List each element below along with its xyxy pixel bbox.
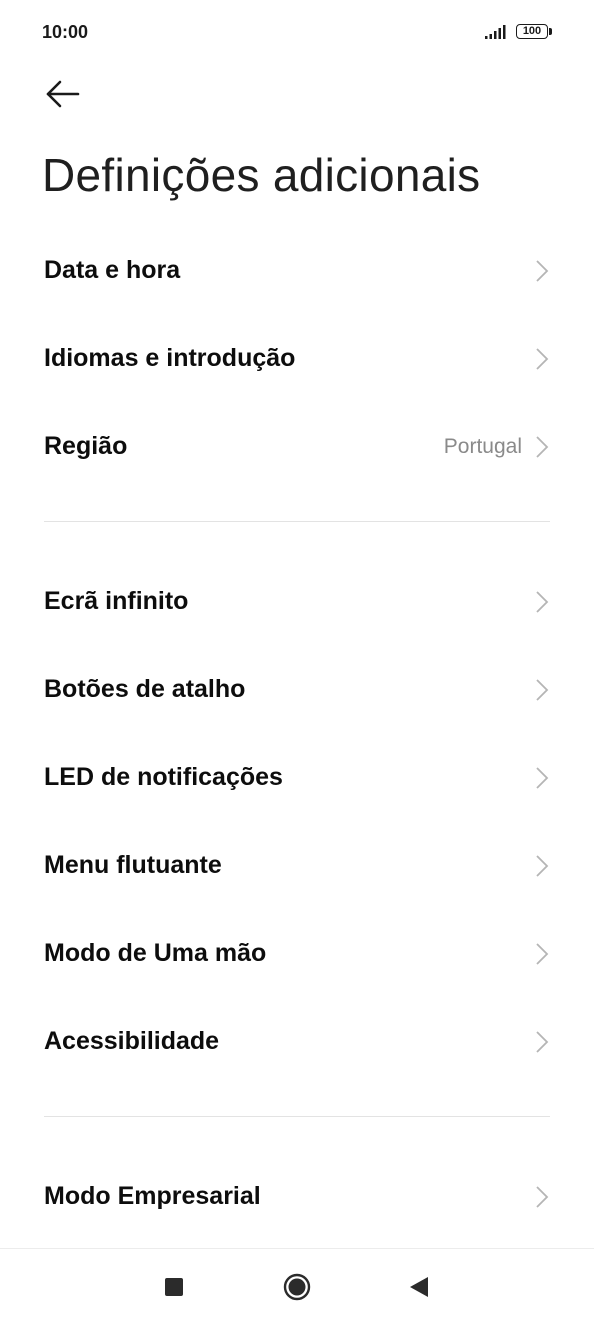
battery-icon: 100 xyxy=(516,24,554,41)
menu-item-modo-empresarial[interactable]: Modo Empresarial xyxy=(0,1152,594,1240)
chevron-right-icon xyxy=(536,679,549,701)
menu-item-label: Região xyxy=(44,432,128,460)
chevron-right-icon xyxy=(536,855,549,877)
status-time: 10:00 xyxy=(42,22,89,42)
menu-item-ecra-infinito[interactable]: Ecrã infinito xyxy=(0,557,594,645)
menu-item-data-e-hora[interactable]: Data e hora xyxy=(0,226,594,314)
menu-item-value: Portugal xyxy=(443,435,522,458)
menu-item-menu-flutuante[interactable]: Menu flutuante xyxy=(0,821,594,909)
nav-back-button[interactable] xyxy=(398,1267,438,1307)
menu-item-label: Modo Empresarial xyxy=(44,1182,261,1210)
menu-item-botoes-de-atalho[interactable]: Botões de atalho xyxy=(0,645,594,733)
menu-item-label: Modo de Uma mão xyxy=(44,939,267,967)
page-title: Definições adicionais xyxy=(42,149,481,201)
menu-item-label: Botões de atalho xyxy=(44,675,246,703)
menu-item-label: Menu flutuante xyxy=(44,851,222,879)
chevron-right-icon xyxy=(536,591,549,613)
battery-level: 100 xyxy=(516,24,548,39)
menu-item-led-de-notificacoes[interactable]: LED de notificações xyxy=(0,733,594,821)
menu-item-idiomas-e-introducao[interactable]: Idiomas e introdução xyxy=(0,314,594,402)
square-icon xyxy=(165,1278,183,1296)
menu-item-label: Idiomas e introdução xyxy=(44,344,296,372)
chevron-right-icon xyxy=(536,1186,549,1208)
back-button[interactable] xyxy=(40,74,86,114)
chevron-right-icon xyxy=(536,943,549,965)
triangle-back-icon xyxy=(410,1277,428,1297)
menu-item-regiao[interactable]: Região Portugal xyxy=(0,402,594,490)
chevron-right-icon xyxy=(536,260,549,282)
signal-bars-icon xyxy=(485,25,506,39)
menu-item-modo-de-uma-mao[interactable]: Modo de Uma mão xyxy=(0,909,594,997)
section-divider xyxy=(44,521,550,522)
menu-item-label: LED de notificações xyxy=(44,763,283,791)
menu-item-label: Data e hora xyxy=(44,256,181,284)
chevron-right-icon xyxy=(536,767,549,789)
chevron-right-icon xyxy=(536,348,549,370)
section-divider xyxy=(44,1116,550,1117)
menu-item-acessibilidade[interactable]: Acessibilidade xyxy=(0,997,594,1085)
menu-item-label: Acessibilidade xyxy=(44,1027,220,1055)
menu-item-label: Ecrã infinito xyxy=(44,587,189,615)
status-bar: 10:00 100 xyxy=(0,0,594,66)
chevron-right-icon xyxy=(536,436,549,458)
recents-button[interactable] xyxy=(154,1267,194,1307)
system-nav-bar xyxy=(0,1248,594,1320)
chevron-right-icon xyxy=(536,1031,549,1053)
circle-home-icon xyxy=(283,1273,311,1301)
arrow-left-icon xyxy=(46,80,80,108)
home-button[interactable] xyxy=(277,1267,317,1307)
